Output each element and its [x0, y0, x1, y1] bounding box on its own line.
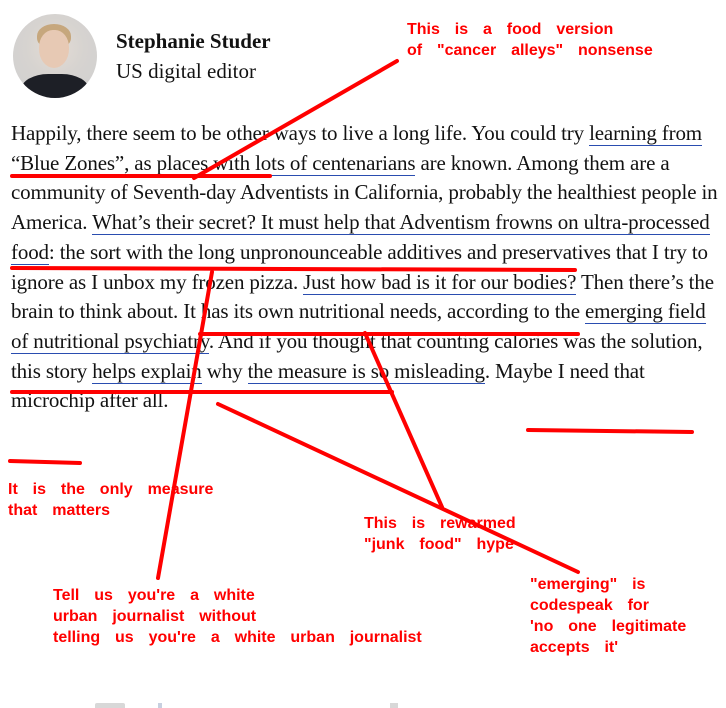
article-link[interactable]: lots of centenarians [255, 150, 416, 176]
article-link[interactable]: the measure is so misleading [247, 358, 485, 384]
next-section-fragment [158, 703, 162, 708]
article-text: why [201, 358, 248, 383]
next-section-fragment [390, 703, 398, 708]
next-section-fragment [95, 703, 125, 708]
annotation-cancer-alleys: This is a food version of "cancer alleys… [407, 21, 653, 59]
annotation-white-journalist: Tell us you're a white urban journalist … [53, 587, 422, 646]
article-text: with [208, 150, 256, 175]
article-paragraph: Happily, there seem to be other ways to … [11, 119, 723, 416]
author-role: US digital editor [116, 58, 256, 83]
annotation-junk-food: This is rewarmed "junk food" hype [364, 515, 516, 553]
avatar-face [39, 30, 69, 68]
avatar-body [21, 74, 89, 98]
author-avatar[interactable] [13, 14, 97, 98]
annotation-emerging: "emerging" is codespeak for 'no one legi… [530, 576, 687, 656]
article-text: , as [124, 150, 157, 175]
article-link[interactable]: places [156, 150, 208, 176]
author-byline: Stephanie Studer US digital editor [13, 14, 271, 98]
article-text: Happily, there seem to be other ways to … [11, 121, 590, 145]
underline-misleading [8, 459, 82, 465]
underline-measure [526, 428, 694, 434]
author-name[interactable]: Stephanie Studer [116, 28, 271, 55]
article-link[interactable]: Just how bad is it for our bodies? [303, 269, 576, 295]
article-link[interactable]: helps explain [92, 358, 202, 384]
annotation-only-measure: It is the only measure that matters [8, 481, 214, 519]
author-text: Stephanie Studer US digital editor [116, 28, 271, 85]
